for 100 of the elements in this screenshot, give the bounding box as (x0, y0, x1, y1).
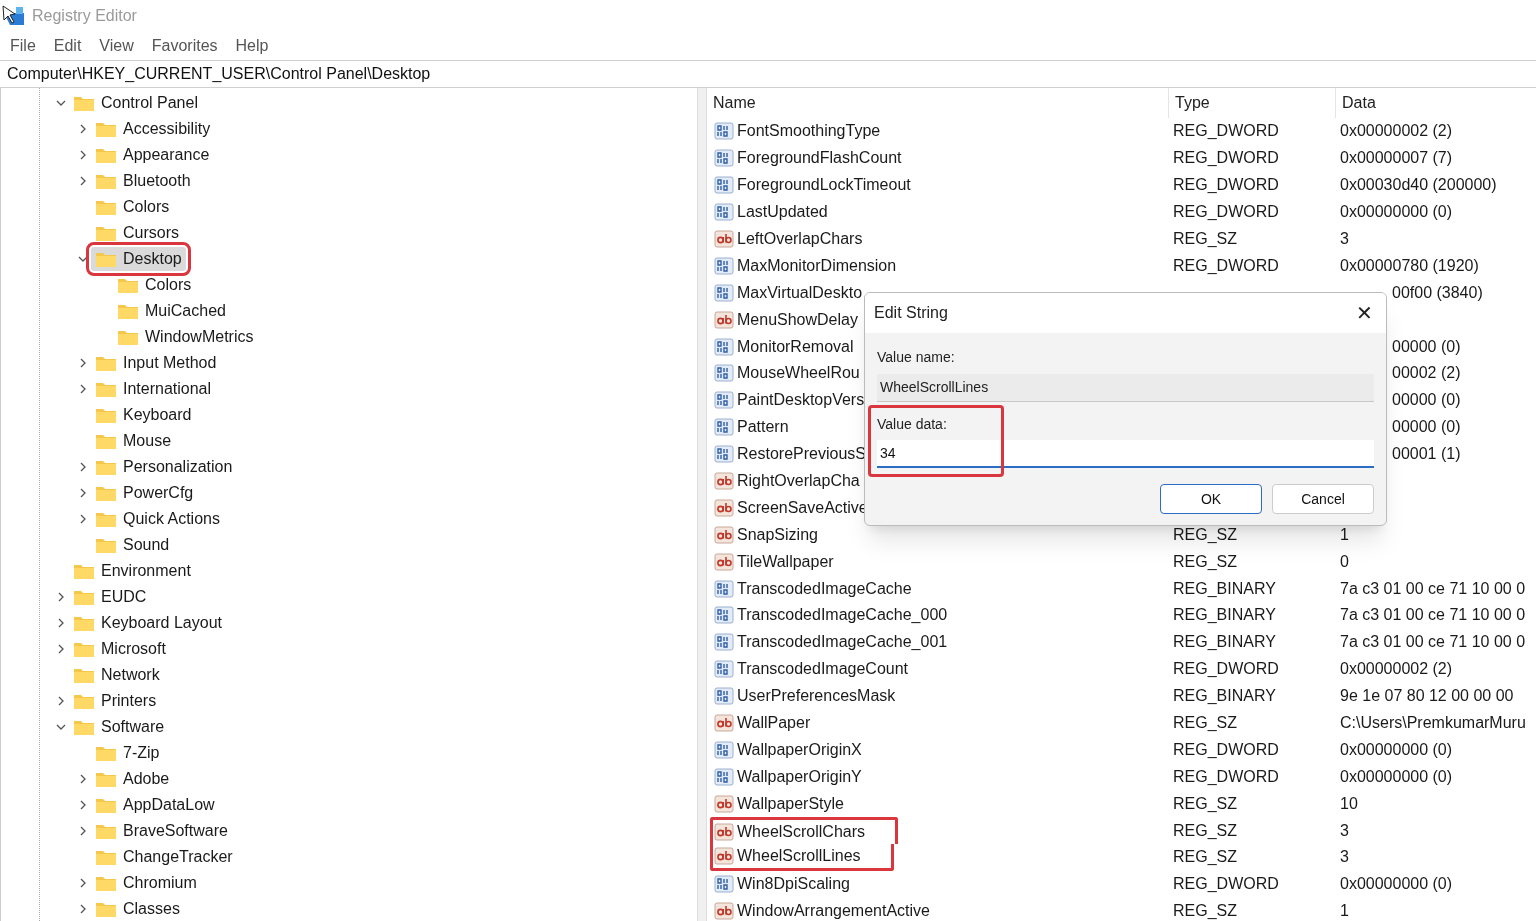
tree-item[interactable]: Bluetooth (91, 169, 195, 193)
chevron-right-icon[interactable] (78, 826, 88, 836)
value-name-cell[interactable]: WallPaper (710, 709, 844, 737)
type-cell: REG_DWORD (1173, 122, 1279, 140)
tree-item[interactable]: AppDataLow (91, 793, 219, 817)
chevron-right-icon[interactable] (78, 488, 88, 498)
value-name-cell[interactable]: LastUpdated (710, 198, 861, 226)
value-data-field[interactable]: 34 (877, 440, 1374, 468)
value-name-cell[interactable]: TranscodedImageCache (710, 575, 945, 603)
chevron-right-icon[interactable] (56, 644, 66, 654)
tree-item[interactable]: Appearance (91, 143, 214, 167)
tree-item[interactable]: Chromium (91, 871, 201, 895)
tree-item[interactable]: Colors (91, 195, 174, 219)
tree-item[interactable]: BraveSoftware (91, 819, 232, 843)
menu-item[interactable]: Favorites (143, 34, 226, 58)
value-name-cell[interactable]: WallpaperOriginY (710, 763, 895, 791)
tree-item[interactable]: MuiCached (113, 299, 230, 323)
chevron-right-icon[interactable] (78, 904, 88, 914)
menu-item[interactable]: View (91, 34, 142, 58)
column-header[interactable]: Name (713, 88, 1168, 118)
value-name-cell[interactable]: TranscodedImageCache_000 (710, 602, 981, 629)
tree-item[interactable]: EUDC (69, 585, 151, 609)
data-cell: 0x00030d40 (200000) (1340, 176, 1497, 194)
close-button[interactable]: ✕ (1342, 295, 1386, 331)
tree-item[interactable]: Input Method (91, 351, 221, 375)
value-name-field[interactable]: WheelScrollLines (877, 374, 1374, 402)
chevron-right-icon[interactable] (56, 592, 66, 602)
folder-icon (95, 406, 117, 424)
tree-item[interactable]: ChangeTracker (91, 845, 237, 869)
tree-item[interactable]: 7-Zip (91, 741, 164, 765)
tree-item[interactable]: Cursors (91, 221, 183, 245)
value-name-cell[interactable]: WheelScrollChars (710, 817, 899, 845)
column-header[interactable]: Data (1335, 88, 1376, 118)
column-header[interactable]: Type (1168, 88, 1335, 118)
data-cell: 7a c3 01 00 ce 71 10 00 0 (1340, 633, 1526, 651)
tree-item[interactable]: WindowMetrics (113, 325, 258, 349)
address-bar[interactable]: Computer\HKEY_CURRENT_USER\Control Panel\Desktop (0, 60, 1536, 88)
binary-value-icon (714, 418, 734, 437)
value-name-label: Value name: (877, 348, 956, 367)
chevron-right-icon[interactable] (56, 618, 66, 628)
value-name-cell[interactable]: SnapSizing (710, 521, 851, 549)
tree-item[interactable]: Network (69, 663, 164, 687)
menu-item[interactable]: Edit (45, 34, 90, 58)
tree-item[interactable]: Microsoft (69, 637, 170, 661)
value-name-cell[interactable]: FontSmoothingType (710, 118, 914, 145)
value-name-cell[interactable]: LeftOverlapChars (710, 225, 896, 253)
tree-item[interactable]: Software (69, 715, 169, 739)
string-value-icon (714, 230, 734, 248)
tree-item[interactable]: Mouse (91, 429, 176, 453)
dialog-button[interactable]: OK (1160, 484, 1262, 514)
value-name-cell[interactable]: WallpaperStyle (710, 790, 877, 818)
chevron-right-icon[interactable] (78, 878, 88, 888)
value-name-cell[interactable]: Win8DpiScaling (710, 870, 883, 898)
binary-value-icon (714, 149, 734, 168)
type-cell: REG_DWORD (1173, 203, 1279, 221)
tree-item[interactable]: Quick Actions (91, 507, 224, 531)
value-name-cell[interactable]: RightOverlapCha (710, 467, 893, 495)
tree-item[interactable]: Environment (69, 559, 195, 583)
value-name-cell[interactable]: Pattern (710, 413, 822, 441)
chevron-right-icon[interactable] (78, 384, 88, 394)
value-name-cell[interactable]: ScreenSaveActive (710, 494, 901, 522)
value-name-cell[interactable]: TileWallpaper (710, 548, 867, 576)
value-name-cell[interactable]: ForegroundFlashCount (710, 144, 935, 172)
dialog-button[interactable]: Cancel (1272, 484, 1374, 514)
tree-item[interactable]: Sound (91, 533, 174, 557)
value-name-cell[interactable]: UserPreferencesMask (710, 682, 929, 710)
value-name-cell[interactable]: WallpaperOriginX (710, 736, 895, 764)
tree-item[interactable]: Classes (91, 897, 184, 921)
tree-item[interactable]: Control Panel (69, 91, 202, 115)
menu-item[interactable]: File (2, 34, 44, 58)
chevron-right-icon[interactable] (78, 800, 88, 810)
tree-item[interactable]: Accessibility (91, 117, 215, 141)
chevron-right-icon[interactable] (78, 774, 88, 784)
chevron-right-icon[interactable] (56, 696, 66, 706)
chevron-right-icon[interactable] (78, 150, 88, 160)
chevron-right-icon[interactable] (78, 462, 88, 472)
menu-item[interactable]: Help (227, 34, 277, 58)
tree-item[interactable]: Keyboard Layout (69, 611, 226, 635)
chevron-down-icon[interactable] (56, 98, 66, 108)
tree-item[interactable]: Colors (113, 273, 196, 297)
value-name-cell[interactable]: WheelScrollLines (710, 844, 894, 871)
data-cell: 0x00000007 (7) (1340, 149, 1453, 167)
tree-item[interactable]: PowerCfg (91, 481, 198, 505)
value-name-cell[interactable]: MaxMonitorDimension (710, 252, 930, 280)
tree-item[interactable]: Printers (69, 689, 161, 713)
value-name-cell[interactable]: WindowArrangementActive (710, 897, 963, 921)
value-name-cell[interactable]: TranscodedImageCache_001 (710, 628, 981, 656)
chevron-right-icon[interactable] (78, 124, 88, 134)
chevron-right-icon[interactable] (78, 176, 88, 186)
chevron-right-icon[interactable] (78, 514, 88, 524)
tree-item[interactable]: Keyboard (91, 403, 196, 427)
tree-item[interactable]: Adobe (91, 767, 174, 791)
value-name-cell[interactable]: ForegroundLockTimeout (710, 171, 944, 199)
chevron-right-icon[interactable] (78, 358, 88, 368)
chevron-down-icon[interactable] (56, 722, 66, 732)
tree-item[interactable]: International (91, 377, 216, 401)
tree-item[interactable]: Personalization (91, 455, 237, 479)
window-title: Registry Editor (32, 6, 137, 26)
value-name-cell[interactable]: TranscodedImageCount (710, 655, 942, 683)
folder-icon (95, 120, 117, 138)
